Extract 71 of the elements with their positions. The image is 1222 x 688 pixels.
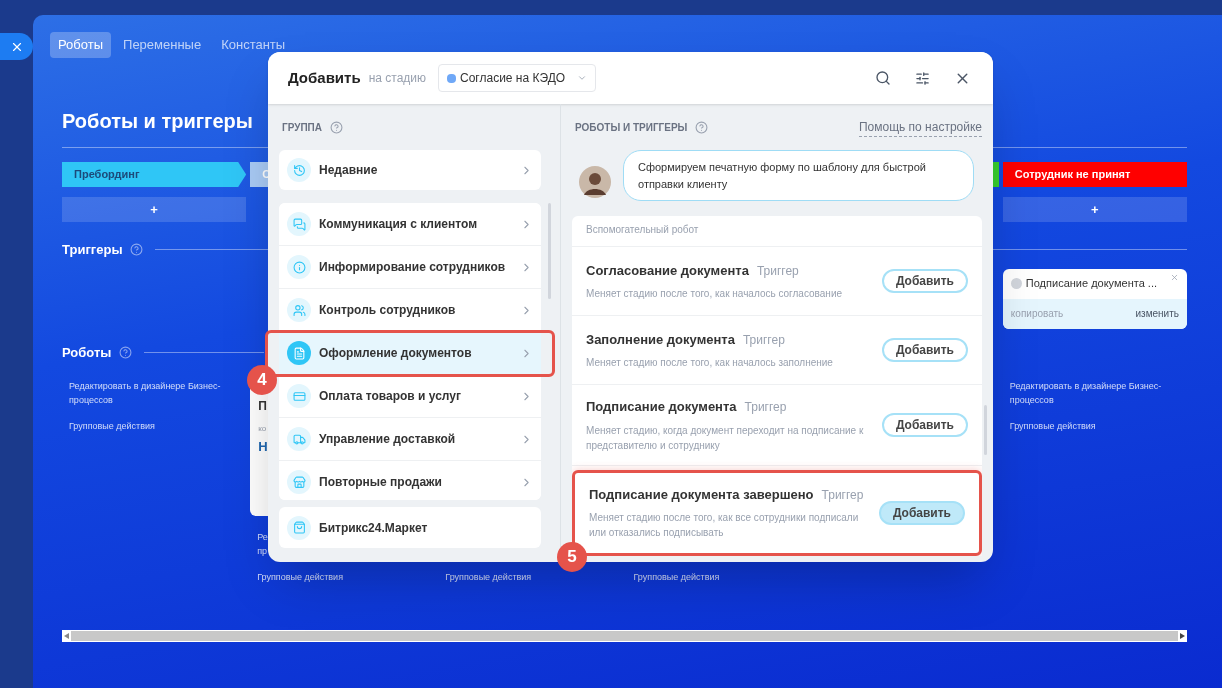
robot-title: П (258, 398, 267, 415)
item-description: Меняет стадию после того, как началось согласование (586, 287, 844, 302)
stage-tab[interactable]: Сотрудник не принят (1002, 162, 1187, 187)
add-button[interactable]: Добавить (878, 500, 965, 525)
trigger-item[interactable]: Подписание документа Триггер Меняет стадию, когда документ переходит на подписание к представителю и сотруднику Добавить (572, 385, 982, 466)
document-icon (287, 341, 311, 365)
item-title: Заполнение документа (586, 330, 735, 349)
action-link[interactable]: Редактировать в дизайнере Бизнес-процессов (69, 379, 240, 407)
help-icon[interactable] (695, 120, 709, 134)
help-link[interactable]: Помощь по настройке (858, 117, 982, 137)
chat-icon (287, 212, 311, 236)
action-link[interactable]: Ре пр (257, 530, 268, 558)
stage-selector[interactable]: Согласие на КЭДО (438, 64, 597, 92)
edit-link[interactable]: изменить (1135, 306, 1179, 321)
dialog-title: Добавить (288, 67, 361, 88)
group-item[interactable]: Оформление документов (279, 332, 541, 375)
item-type: Триггер (744, 399, 787, 416)
action-link[interactable]: Групповые действия (445, 570, 532, 584)
avatar (579, 166, 611, 198)
section-heading: Роботы (62, 343, 112, 362)
action-link[interactable]: Редактировать в дизайнере Бизнес-процессов (1009, 379, 1180, 407)
truck-icon (287, 427, 311, 451)
settings-icon[interactable] (915, 70, 930, 86)
action-link[interactable]: Групповые действия (633, 570, 720, 584)
add-button[interactable]: + (1002, 197, 1187, 222)
action-link[interactable]: Групповые действия (1009, 419, 1096, 433)
close-button[interactable] (0, 33, 33, 60)
stage-prefix: на стадию (368, 70, 427, 87)
add-button[interactable]: Добавить (881, 338, 968, 362)
trigger-item[interactable]: Согласование документа Триггер Меняет стадию после того, как началось согласование Добавить (572, 247, 982, 316)
panel-heading: ГРУППА (282, 120, 323, 135)
hint-bubble: Сформируем печатную форму по шаблону для быстрой отправки клиенту (623, 150, 974, 201)
item-title: Подписание документа (586, 398, 737, 416)
group-item[interactable]: Коммуникация с клиентом (279, 203, 541, 246)
item-title: Подписание документа завершено (589, 485, 814, 504)
action-link[interactable]: Групповые действия (257, 570, 344, 584)
add-button[interactable]: Добавить (881, 412, 968, 437)
people-icon (287, 298, 311, 322)
search-icon[interactable] (875, 70, 891, 86)
history-icon (287, 158, 311, 182)
robot-link[interactable]: Н (258, 437, 268, 457)
item-title: Согласование документа (586, 261, 749, 280)
horizontal-scrollbar[interactable] (62, 630, 1187, 642)
item-description: Меняет стадию после того, как все сотрудники подписали или отказались подписывать (589, 511, 860, 541)
page-title: Роботы и триггеры (62, 109, 253, 134)
robot-note: ко (258, 423, 267, 435)
panel-heading: РОБОТЫ И ТРИГГЕРЫ (575, 120, 688, 135)
add-button[interactable]: Добавить (881, 269, 968, 293)
card-icon (287, 384, 311, 408)
help-icon[interactable] (330, 120, 344, 134)
item-description: Вспомогательный робот (586, 224, 699, 235)
trigger-card[interactable]: Подписание документа ... копировать изменить (1002, 268, 1187, 329)
action-link[interactable]: Групповые действия (69, 419, 155, 433)
trigger-title: Подписание документа ... (1025, 276, 1158, 292)
section-heading: Триггеры (62, 241, 123, 259)
item-type: Триггер (742, 331, 785, 349)
caret-icon (577, 73, 588, 83)
scroll-left-icon[interactable] (64, 633, 69, 639)
bag-icon (287, 515, 311, 540)
scroll-right-icon[interactable] (1180, 633, 1185, 639)
item-type: Триггер (756, 262, 799, 280)
shop-icon (287, 470, 311, 494)
item-description: Меняет стадию после того, как началось заполнение (586, 356, 834, 371)
status-icon (1010, 278, 1022, 289)
item-type: Триггер (821, 486, 864, 504)
callout-badge: 4 (247, 365, 277, 395)
item-description: Меняет стадию, когда документ переходит на подписание к представителю и сотруднику (586, 423, 865, 453)
stage-tab[interactable]: Пребординг (62, 162, 247, 187)
add-button[interactable]: + (62, 197, 247, 222)
trigger-item[interactable]: Заполнение документа Триггер Меняет стадию после того, как началось заполнение Добавить (572, 316, 982, 385)
info-icon (287, 255, 311, 279)
